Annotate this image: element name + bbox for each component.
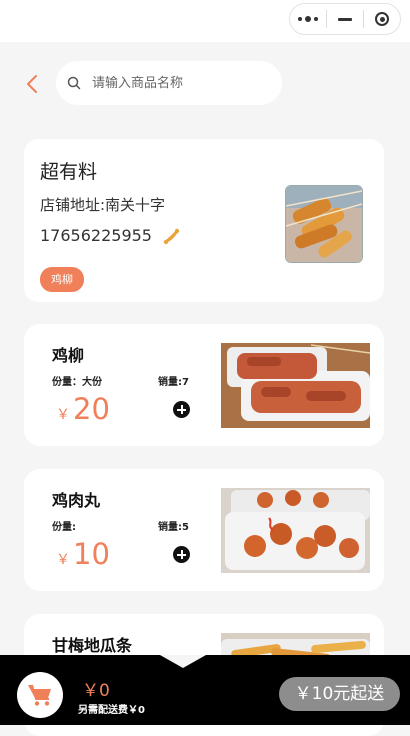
shop-phone-row[interactable]: 17656225955 bbox=[40, 226, 180, 245]
checkout-button[interactable]: ￥10元起送 bbox=[279, 677, 400, 711]
product-card[interactable]: 鸡肉丸 份量: 销量:5 ￥ 10 bbox=[24, 469, 384, 591]
currency-symbol: ￥ bbox=[56, 552, 70, 568]
shop-info-card: 超有料 店铺地址:南关十字 17656225955 鸡柳 bbox=[24, 139, 384, 302]
cart-button[interactable] bbox=[17, 672, 63, 718]
shop-address: 店铺地址:南关十字 bbox=[40, 196, 166, 214]
shop-phone-number: 17656225955 bbox=[40, 226, 152, 245]
delivery-fee: 另需配送费￥0 bbox=[78, 705, 145, 716]
product-price: ￥ 10 bbox=[56, 537, 110, 571]
product-name: 鸡柳 bbox=[52, 346, 85, 365]
add-to-cart-icon[interactable] bbox=[173, 546, 190, 563]
product-sales: 销量:7 bbox=[158, 377, 189, 388]
back-chevron-icon bbox=[27, 75, 37, 93]
product-card[interactable]: 鸡柳 份量：大份 销量:7 ￥ 20 bbox=[24, 324, 384, 446]
product-price: ￥ 20 bbox=[56, 392, 110, 426]
product-name: 甘梅地瓜条 bbox=[52, 636, 133, 655]
product-image bbox=[221, 343, 370, 428]
top-bar bbox=[0, 0, 410, 42]
cart-bar-notch bbox=[160, 655, 206, 668]
close-target-icon bbox=[375, 12, 389, 26]
close-button[interactable] bbox=[364, 4, 400, 34]
search-icon bbox=[67, 76, 81, 90]
product-spec: 份量：大份 bbox=[52, 377, 102, 388]
minimize-icon bbox=[338, 17, 352, 21]
category-tag[interactable]: 鸡柳 bbox=[40, 267, 84, 292]
shopping-cart-icon bbox=[28, 684, 51, 706]
minimize-button[interactable] bbox=[327, 4, 363, 34]
more-dots-icon bbox=[298, 16, 318, 22]
product-image bbox=[221, 488, 370, 573]
search-bar[interactable] bbox=[56, 61, 282, 105]
search-input[interactable] bbox=[90, 74, 264, 92]
product-sales: 销量:5 bbox=[158, 522, 189, 533]
shop-name: 超有料 bbox=[40, 161, 98, 183]
cart-total: ￥0 bbox=[82, 681, 110, 701]
product-name: 鸡肉丸 bbox=[52, 491, 101, 510]
phone-icon[interactable] bbox=[162, 227, 180, 245]
more-button[interactable] bbox=[290, 4, 326, 34]
shop-image bbox=[285, 185, 363, 263]
price-value: 20 bbox=[73, 392, 110, 426]
product-spec: 份量: bbox=[52, 522, 76, 533]
back-button[interactable] bbox=[22, 73, 42, 95]
add-to-cart-icon[interactable] bbox=[173, 401, 190, 418]
currency-symbol: ￥ bbox=[56, 407, 70, 423]
mini-program-capsule bbox=[289, 3, 401, 35]
price-value: 10 bbox=[73, 537, 110, 571]
